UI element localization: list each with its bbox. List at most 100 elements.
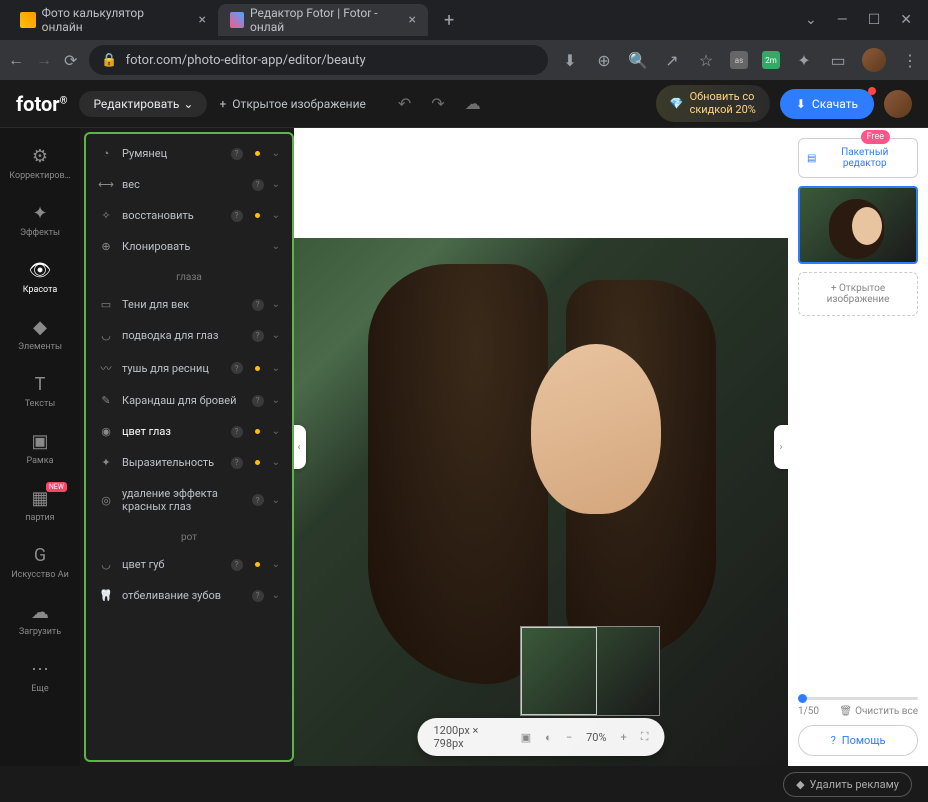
beauty-option-6[interactable]: ◡подводка для глаз?⌄ [86, 320, 292, 351]
nav-upload[interactable]: ☁Загрузить [5, 592, 75, 647]
extensions-icon[interactable]: ✦ [794, 50, 814, 70]
ext-1-icon[interactable]: as [730, 51, 748, 69]
edit-dropdown[interactable]: Редактировать ⌄ [79, 91, 207, 117]
option-icon: ✦ [98, 456, 114, 469]
beauty-option-8[interactable]: ✎Карандаш для бровей?⌄ [86, 385, 292, 416]
option-label: Румянец [122, 147, 223, 160]
logo[interactable]: fotor® [16, 92, 67, 116]
minimap-viewport[interactable] [521, 627, 597, 715]
user-avatar[interactable] [884, 90, 912, 118]
back-icon[interactable]: ← [8, 50, 24, 70]
close-icon[interactable]: × [199, 12, 206, 28]
beauty-option-5[interactable]: ▭Тени для век?⌄ [86, 289, 292, 320]
help-icon[interactable]: ? [252, 330, 264, 342]
chevron-down-icon: ⌄ [272, 495, 280, 506]
share-icon[interactable]: ↗ [662, 50, 682, 70]
browser-tab-2[interactable]: Редактор Fotor | Fotor - онлай × [218, 4, 428, 36]
maximize-icon[interactable]: ☐ [868, 12, 881, 28]
url-input[interactable]: 🔒 fotor.com/photo-editor-app/editor/beau… [89, 45, 548, 75]
help-icon[interactable]: ? [231, 457, 243, 469]
forward-icon[interactable]: → [36, 50, 52, 70]
ext-2-icon[interactable]: 2m [762, 51, 780, 69]
undo-icon[interactable]: ↶ [398, 94, 411, 113]
fit-icon[interactable]: ▣ [521, 731, 531, 744]
option-icon: 🦷 [98, 589, 114, 602]
nav-more[interactable]: ⋯Еще [5, 649, 75, 704]
chevron-down-icon: ⌄ [272, 241, 280, 252]
bookmark-icon[interactable]: ☆ [696, 50, 716, 70]
free-badge: Free [861, 130, 890, 144]
more-icon: ⋯ [9, 659, 71, 680]
batch-editor-button[interactable]: ▤Пакетный редактор [798, 138, 918, 178]
close-window-icon[interactable]: ✕ [900, 12, 912, 28]
browser-tab-1[interactable]: Фото калькулятор онлайн × [8, 4, 218, 36]
help-icon[interactable]: ? [252, 494, 264, 506]
nav-effects[interactable]: ✦Эффекты [5, 193, 75, 248]
page-counter: 1/50 [798, 706, 819, 717]
shapes-icon: ◆ [9, 317, 71, 338]
nav-ai[interactable]: GИскусство Аи [5, 535, 75, 590]
beauty-option-13[interactable]: ◡цвет губ?⌄ [86, 549, 292, 580]
help-icon[interactable]: ? [231, 210, 243, 222]
help-icon[interactable]: ? [231, 559, 243, 571]
nav-adjust[interactable]: ⚙Корректиров… [5, 136, 75, 191]
beauty-option-2[interactable]: ✧восстановить?⌄ [86, 200, 292, 231]
fullscreen-icon[interactable]: ⛶ [641, 730, 649, 744]
translate-icon[interactable]: ⊕ [594, 50, 614, 70]
beauty-option-0[interactable]: ◔Румянец?⌄ [86, 138, 292, 169]
thumbnail-slider[interactable] [798, 697, 918, 700]
panel-expand-right[interactable]: › [774, 425, 788, 469]
open-image-button[interactable]: + Открытое изображение [219, 97, 365, 111]
remove-ads-button[interactable]: ◆Удалить рекламу [783, 772, 912, 797]
beauty-option-7[interactable]: 〰тушь для ресниц?⌄ [86, 351, 292, 385]
tab-favicon [230, 12, 244, 28]
beauty-option-3[interactable]: ⊕Клонировать⌄ [86, 231, 292, 262]
close-icon[interactable]: × [409, 12, 416, 28]
beauty-option-1[interactable]: ⟷вес?⌄ [86, 169, 292, 200]
upgrade-button[interactable]: 💎 Обновить соскидкой 20% [656, 85, 770, 121]
thumbnail[interactable] [798, 186, 918, 264]
help-icon[interactable]: ? [231, 362, 243, 374]
zoom-icon[interactable]: 🔍 [628, 50, 648, 70]
side-panel-icon[interactable]: ▭ [828, 50, 848, 70]
reload-icon[interactable]: ⟳ [64, 51, 77, 70]
help-icon[interactable]: ? [252, 299, 264, 311]
beauty-option-10[interactable]: ✦Выразительность?⌄ [86, 447, 292, 478]
minimize-icon[interactable]: — [837, 12, 848, 28]
beauty-option-11[interactable]: ◎удаление эффекта красных глаз?⌄ [86, 478, 292, 522]
redo-icon[interactable]: ↷ [431, 94, 444, 113]
zoom-in-button[interactable]: + [621, 731, 627, 744]
new-badge: NEW [46, 482, 67, 492]
nav-beauty[interactable]: 👁Красота [5, 250, 75, 305]
plus-icon: + [219, 97, 226, 111]
help-icon[interactable]: ? [231, 148, 243, 160]
nav-elements[interactable]: ◆Элементы [5, 307, 75, 362]
option-icon: ✎ [98, 394, 114, 407]
panel-expand-left[interactable]: ‹ [294, 425, 306, 469]
help-icon[interactable]: ? [231, 426, 243, 438]
profile-avatar[interactable] [862, 48, 886, 72]
nav-batch[interactable]: NEW▦партия [5, 478, 75, 533]
nav-frame[interactable]: ▣Рамка [5, 421, 75, 476]
compare-icon[interactable]: ◐ [545, 731, 552, 744]
new-tab-button[interactable]: + [436, 10, 462, 31]
zoom-out-button[interactable]: − [566, 731, 572, 744]
cloud-icon[interactable]: ☁ [465, 94, 481, 113]
option-icon: ▭ [98, 298, 114, 311]
nav-text[interactable]: TТексты [5, 364, 75, 419]
help-icon[interactable]: ? [252, 590, 264, 602]
download-button[interactable]: ⬇Скачать [780, 89, 874, 119]
chevron-down-icon[interactable]: ⌄ [805, 12, 817, 28]
clear-all-button[interactable]: 🗑Очистить все [839, 706, 918, 717]
beauty-option-9[interactable]: ◉цвет глаз?⌄ [86, 416, 292, 447]
add-image-button[interactable]: + Открытое изображение [798, 272, 918, 316]
beauty-option-14[interactable]: 🦷отбеливание зубов?⌄ [86, 580, 292, 611]
tab-title: Редактор Fotor | Fotor - онлай [250, 6, 394, 34]
help-button[interactable]: ?Помощь [798, 725, 918, 756]
help-icon[interactable]: ? [252, 395, 264, 407]
install-icon[interactable]: ⬇ [560, 50, 580, 70]
help-icon[interactable]: ? [252, 179, 264, 191]
menu-icon[interactable]: ⋮ [900, 50, 920, 70]
minimap[interactable] [520, 626, 660, 716]
option-icon: ◡ [98, 558, 114, 571]
